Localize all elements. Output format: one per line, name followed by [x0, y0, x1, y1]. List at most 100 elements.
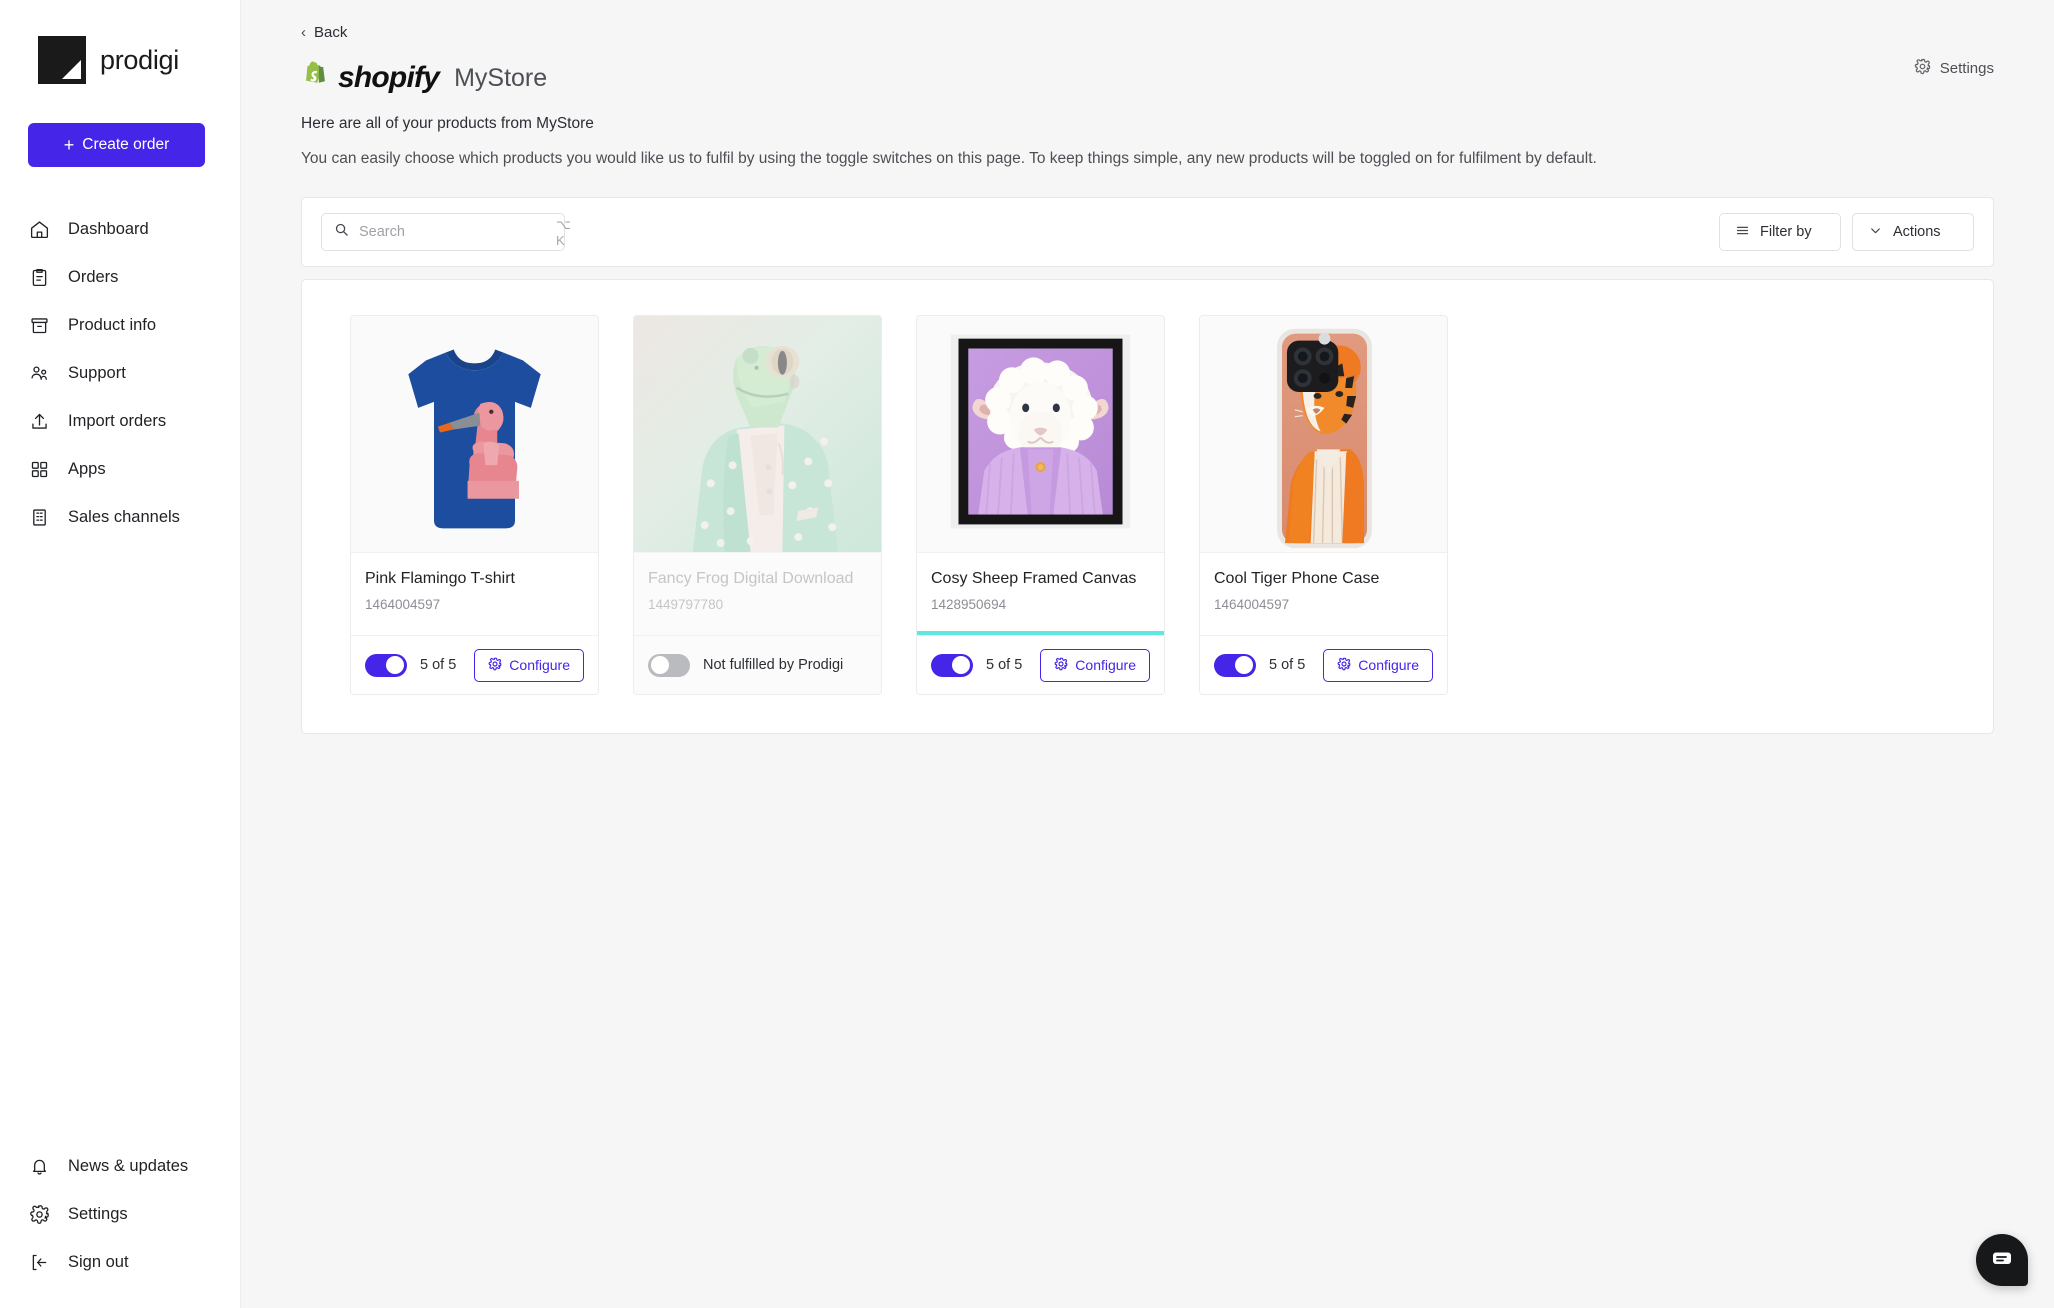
prodigi-mark-icon: [38, 36, 86, 84]
filter-lines-icon: [1735, 223, 1750, 242]
sidebar-item-label: Apps: [68, 459, 106, 478]
bell-icon: [28, 1155, 50, 1177]
create-order-button[interactable]: + Create order: [28, 123, 205, 167]
fulfilment-toggle[interactable]: [648, 653, 690, 677]
configure-button[interactable]: Configure: [1040, 648, 1150, 682]
product-info: Fancy Frog Digital Download 1449797780: [634, 553, 881, 635]
toolbar-actions: Filter by Actions: [1719, 213, 1974, 251]
actions-button[interactable]: Actions: [1852, 213, 1974, 251]
gear-icon: [1054, 657, 1068, 674]
frog-digital-download-image: [634, 316, 881, 552]
store-name: MyStore: [454, 63, 548, 92]
chevron-down-icon: [1868, 223, 1883, 242]
search-shortcut-hint: ⌥ K: [556, 216, 572, 248]
sidebar-item-apps[interactable]: Apps: [0, 445, 240, 493]
sidebar-item-product-info[interactable]: Product info: [0, 301, 240, 349]
product-title: Cosy Sheep Framed Canvas: [931, 570, 1137, 587]
filter-by-button[interactable]: Filter by: [1719, 213, 1841, 251]
shopify-wordmark: shopify: [338, 61, 440, 94]
sidebar-item-label: Dashboard: [68, 219, 149, 238]
configure-button[interactable]: Configure: [474, 648, 584, 682]
back-label: Back: [314, 24, 348, 41]
product-info: Cosy Sheep Framed Canvas 1428950694: [917, 553, 1164, 635]
back-button[interactable]: ‹ Back: [301, 18, 347, 41]
create-order-label: Create order: [82, 136, 170, 153]
product-info: Cool Tiger Phone Case 1464004597: [1200, 553, 1447, 635]
product-sku: 1428950694: [931, 597, 1007, 612]
sidebar-item-sales-channels[interactable]: Sales channels: [0, 493, 240, 541]
product-thumbnail: [1200, 316, 1447, 553]
configure-label: Configure: [1358, 657, 1419, 673]
variant-count: 5 of 5: [986, 657, 1023, 673]
sidebar-item-news-updates[interactable]: News & updates: [0, 1142, 240, 1190]
product-card[interactable]: Cool Tiger Phone Case 1464004597 5 of 5 …: [1199, 315, 1448, 695]
home-icon: [28, 218, 50, 240]
fulfilment-toggle[interactable]: [1214, 653, 1256, 677]
gear-icon: [488, 657, 502, 674]
page-description: You can easily choose which products you…: [301, 150, 1597, 167]
product-grid: Pink Flamingo T-shirt 1464004597 5 of 5 …: [350, 315, 1945, 695]
configure-label: Configure: [1075, 657, 1136, 673]
sidebar-item-sign-out[interactable]: Sign out: [0, 1238, 240, 1286]
toggle-knob: [650, 656, 669, 674]
product-card-footer: 5 of 5 Configure: [1200, 635, 1447, 694]
search-box[interactable]: ⌥ K: [321, 213, 571, 251]
product-card-footer: 5 of 5 Configure: [351, 635, 598, 694]
search-input[interactable]: [359, 224, 546, 240]
sidebar-item-label: Sign out: [68, 1252, 129, 1271]
grid-icon: [28, 458, 50, 480]
variant-count: 5 of 5: [1269, 657, 1306, 673]
product-title: Fancy Frog Digital Download: [648, 570, 854, 587]
gear-icon: [1914, 58, 1931, 79]
main-content: Settings ‹ Back shopify MyStore Here are…: [241, 0, 2054, 1308]
fulfilment-toggle[interactable]: [931, 653, 973, 677]
product-card[interactable]: Fancy Frog Digital Download 1449797780 N…: [633, 315, 882, 695]
tiger-phone-case-image: [1200, 316, 1447, 552]
sidebar-nav: Dashboard Orders Product info Support Im…: [0, 205, 240, 541]
archive-icon: [28, 314, 50, 336]
settings-top-button[interactable]: Settings: [1914, 58, 1994, 79]
search-icon: [334, 222, 349, 242]
sidebar-item-dashboard[interactable]: Dashboard: [0, 205, 240, 253]
product-sku: 1464004597: [1214, 597, 1290, 612]
sidebar-item-label: Orders: [68, 267, 119, 286]
variant-count: 5 of 5: [420, 657, 457, 673]
product-sku: 1449797780: [648, 597, 724, 612]
product-title: Cool Tiger Phone Case: [1214, 570, 1380, 587]
settings-label: Settings: [1939, 60, 1994, 77]
sidebar-item-label: Settings: [68, 1204, 128, 1223]
chat-widget-button[interactable]: [1976, 1234, 2028, 1286]
product-sku: 1464004597: [365, 597, 441, 612]
not-fulfilled-label: Not fulfilled by Prodigi: [703, 657, 844, 673]
toolbar-panel: ⌥ K Filter by Ac: [301, 197, 1994, 267]
product-title: Pink Flamingo T-shirt: [365, 570, 515, 587]
products-panel: Pink Flamingo T-shirt 1464004597 5 of 5 …: [301, 279, 1994, 734]
sidebar-item-orders[interactable]: Orders: [0, 253, 240, 301]
sidebar-item-settings[interactable]: Settings: [0, 1190, 240, 1238]
configure-button[interactable]: Configure: [1323, 648, 1433, 682]
toolbar: ⌥ K Filter by Ac: [302, 198, 1993, 266]
sheep-framed-canvas-image: [917, 316, 1164, 552]
toggle-knob: [386, 656, 404, 674]
fulfilment-toggle[interactable]: [365, 653, 407, 677]
product-card-footer: 5 of 5 Configure: [917, 635, 1164, 694]
shopify-logo: shopify: [301, 61, 440, 95]
brand-name: prodigi: [100, 44, 179, 75]
sidebar-bottom-nav: News & updates Settings Sign out: [0, 1142, 240, 1286]
users-icon: [28, 362, 50, 384]
product-card[interactable]: Cosy Sheep Framed Canvas 1428950694 5 of…: [916, 315, 1165, 695]
toggle-knob: [952, 656, 970, 674]
sidebar-item-label: Import orders: [68, 411, 167, 430]
product-card[interactable]: Pink Flamingo T-shirt 1464004597 5 of 5 …: [350, 315, 599, 695]
store-header: shopify MyStore: [301, 61, 1994, 95]
toggle-knob: [1235, 656, 1253, 674]
sidebar-item-support[interactable]: Support: [0, 349, 240, 397]
sidebar-item-import-orders[interactable]: Import orders: [0, 397, 240, 445]
sign-out-icon: [28, 1251, 50, 1273]
filter-by-label: Filter by: [1760, 224, 1812, 240]
tshirt-flamingo-image: [351, 316, 598, 552]
brand-logo[interactable]: prodigi: [0, 0, 240, 84]
product-info: Pink Flamingo T-shirt 1464004597: [351, 553, 598, 635]
chevron-left-icon: ‹: [301, 24, 306, 41]
product-thumbnail: [917, 316, 1164, 553]
